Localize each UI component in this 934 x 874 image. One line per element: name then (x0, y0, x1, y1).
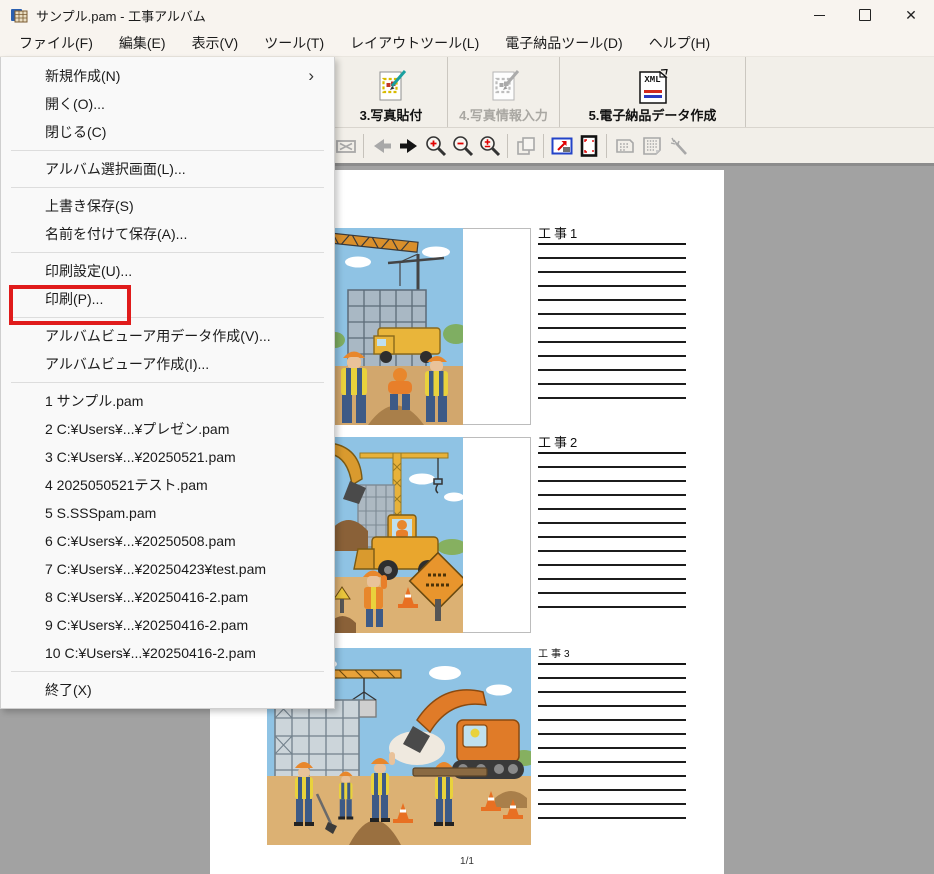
menu-item-open[interactable]: 開く(O)... (1, 90, 334, 118)
entry-heading-1: 工事1 (538, 226, 686, 245)
menu-item-recent-10[interactable]: 10 C:¥Users¥...¥20250416-2.pam (1, 639, 334, 667)
menu-item-print[interactable]: 印刷(P)... (1, 285, 334, 313)
menu-edelivery-tools[interactable]: 電子納品ツール(D) (492, 31, 635, 56)
photo-paste-icon (373, 69, 409, 107)
toolbar-separator (543, 134, 544, 158)
menu-edit[interactable]: 編集(E) (106, 31, 179, 56)
menu-view[interactable]: 表示(V) (179, 31, 252, 56)
photo-info-button: 4.写真情報入力 (448, 57, 560, 127)
photo-info-icon (486, 69, 522, 107)
entry-text-block-2[interactable]: 工事2 (538, 435, 686, 608)
menu-layout-tools[interactable]: レイアウトツール(L) (337, 31, 492, 56)
menu-item-recent-3[interactable]: 3 C:¥Users¥...¥20250521.pam (1, 443, 334, 471)
menu-item-viewer-create[interactable]: アルバムビューア作成(I)... (1, 350, 334, 378)
xml-data-icon: XML (635, 69, 671, 107)
close-icon: ✕ (905, 7, 917, 24)
entry-text-block-3[interactable]: 工事3 (538, 649, 686, 819)
menu-item-new[interactable]: 新規作成(N) › (1, 62, 334, 90)
menu-separator (11, 671, 324, 672)
edelivery-data-button[interactable]: XML 5.電子納品データ作成 (560, 57, 746, 127)
window-title: サンプル.pam - 工事アルバム (36, 6, 206, 25)
zoom-in-icon[interactable] (422, 132, 449, 159)
submenu-arrow-icon: › (308, 62, 314, 90)
menu-item-print-setup[interactable]: 印刷設定(U)... (1, 257, 334, 285)
menu-item-recent-5[interactable]: 5 S.SSSpam.pam (1, 499, 334, 527)
menu-item-viewer-data[interactable]: アルバムビューア用データ作成(V)... (1, 322, 334, 350)
zoom-out-icon[interactable] (449, 132, 476, 159)
menu-item-save-as[interactable]: 名前を付けて保存(A)... (1, 220, 334, 248)
menu-tools[interactable]: ツール(T) (251, 31, 337, 56)
menu-item-recent-6[interactable]: 6 C:¥Users¥...¥20250508.pam (1, 527, 334, 555)
minimize-icon (814, 15, 825, 16)
construction-site-photo-1[interactable] (330, 228, 463, 425)
cut-tool-icon (332, 132, 359, 159)
annotation-pen-icon (665, 132, 692, 159)
zoom-reset-icon[interactable] (476, 132, 503, 159)
menu-item-recent-4[interactable]: 4 2025050521テスト.pam (1, 471, 334, 499)
title-bar: サンプル.pam - 工事アルバム ✕ (0, 0, 934, 30)
stamp-icon (611, 132, 638, 159)
entry-heading-2: 工事2 (538, 435, 686, 454)
menu-file[interactable]: ファイル(F) (6, 31, 106, 56)
page-indicator: 1/1 (210, 856, 724, 867)
menu-item-recent-9[interactable]: 9 C:¥Users¥...¥20250416-2.pam (1, 611, 334, 639)
paste-mode-icon (512, 132, 539, 159)
page-margin-icon[interactable] (575, 132, 602, 159)
menu-bar: ファイル(F) 編集(E) 表示(V) ツール(T) レイアウトツール(L) 電… (0, 30, 934, 57)
menu-item-recent-1[interactable]: 1 サンプル.pam (1, 387, 334, 415)
menu-separator (11, 252, 324, 253)
menu-item-recent-2[interactable]: 2 C:¥Users¥...¥プレゼン.pam (1, 415, 334, 443)
menu-separator (11, 150, 324, 151)
menu-separator (11, 187, 324, 188)
toolbar-separator (363, 134, 364, 158)
photo-paste-button[interactable]: 3.写真貼付 (335, 57, 448, 127)
menu-item-exit[interactable]: 終了(X) (1, 676, 334, 704)
ruled-lines-2 (538, 454, 686, 608)
xml-icon-red-bar (644, 90, 662, 93)
xml-icon-blue-bar (644, 95, 662, 98)
menu-item-save[interactable]: 上書き保存(S) (1, 192, 334, 220)
pattern-paste-icon (638, 132, 665, 159)
menu-item-recent-8[interactable]: 8 C:¥Users¥...¥20250416-2.pam (1, 583, 334, 611)
toolbar-separator (507, 134, 508, 158)
menu-item-album-select[interactable]: アルバム選択画面(L)... (1, 155, 334, 183)
minimize-button[interactable] (796, 0, 842, 30)
menu-item-close[interactable]: 閉じる(C) (1, 118, 334, 146)
toolbar-separator (606, 134, 607, 158)
menu-separator (11, 317, 324, 318)
fit-window-icon[interactable] (548, 132, 575, 159)
edelivery-data-label: 5.電子納品データ作成 (589, 107, 717, 124)
entry-text-block-1[interactable]: 工事1 (538, 226, 686, 399)
maximize-icon (859, 9, 871, 21)
photo-info-label: 4.写真情報入力 (459, 107, 548, 124)
photo-paste-label: 3.写真貼付 (360, 107, 423, 124)
app-icon (10, 6, 28, 24)
file-menu-dropdown: 新規作成(N) › 開く(O)... 閉じる(C) アルバム選択画面(L)...… (0, 57, 335, 709)
entry-heading-3: 工事3 (538, 649, 686, 665)
menu-separator (11, 382, 324, 383)
menu-item-recent-7[interactable]: 7 C:¥Users¥...¥20250423¥test.pam (1, 555, 334, 583)
xml-icon-text: XML (644, 75, 660, 85)
back-arrow-icon (368, 132, 395, 159)
maximize-button[interactable] (842, 0, 888, 30)
ruled-lines-3 (538, 665, 686, 819)
forward-arrow-icon[interactable] (395, 132, 422, 159)
menu-help[interactable]: ヘルプ(H) (636, 31, 723, 56)
close-button[interactable]: ✕ (888, 0, 934, 30)
construction-site-photo-2[interactable] (330, 437, 463, 633)
ruled-lines-1 (538, 245, 686, 399)
